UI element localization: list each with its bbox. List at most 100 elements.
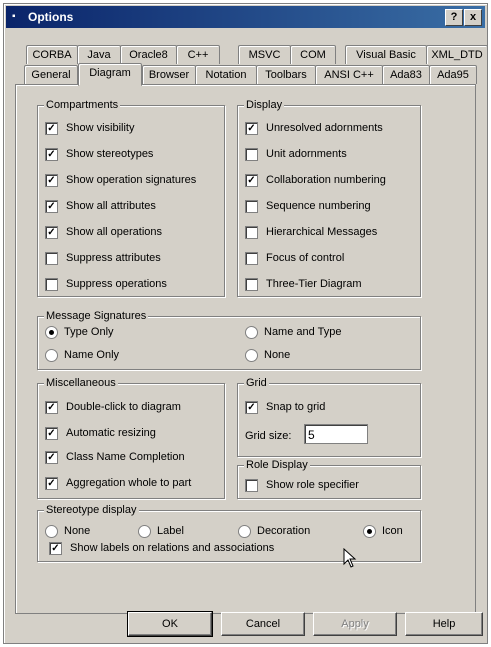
grid-size-input[interactable]: 5 [304,424,368,444]
apply-button[interactable]: Apply [313,612,397,636]
tab-msvc[interactable]: MSVC [238,45,291,64]
checkbox-label: Aggregation whole to part [66,477,192,489]
checkbox-box[interactable] [245,251,258,265]
checkbox-box[interactable]: ✓ [245,173,258,187]
tab-java[interactable]: Java [77,45,121,64]
stereotype-label-radio[interactable]: Label [138,523,184,539]
checkbox-label: Show all operations [66,226,163,238]
help-button[interactable]: Help [405,612,483,636]
tab-browser[interactable]: Browser [142,65,196,84]
checkbox-box[interactable]: ✓ [45,173,58,187]
window-title: Options [28,10,74,24]
collaboration-numbering-checkbox[interactable]: ✓ Collaboration numbering [245,172,386,188]
tab-ada83[interactable]: Ada83 [382,65,430,84]
checkbox-label: Collaboration numbering [266,174,386,186]
checkbox-label: Automatic resizing [66,427,156,439]
cancel-button[interactable]: Cancel [221,612,305,636]
double-click-to-diagram-checkbox[interactable]: ✓ Double-click to diagram [45,399,181,415]
checkbox-label: Show visibility [66,122,135,134]
name-only-radio[interactable]: Name Only [45,347,119,363]
aggregation-whole-to-part-checkbox[interactable]: ✓ Aggregation whole to part [45,475,191,491]
checkbox-label: Show stereotypes [66,148,154,160]
tab-cpp[interactable]: C++ [176,45,220,64]
tab-ada95[interactable]: Ada95 [429,65,477,84]
radio-label: Label [157,525,184,537]
checkbox-box[interactable] [45,277,58,291]
tab-xml-dtd[interactable]: XML_DTD [426,45,488,64]
ok-button[interactable]: OK [127,611,213,637]
tab-notation[interactable]: Notation [195,65,257,84]
hierarchical-messages-checkbox[interactable]: Hierarchical Messages [245,224,377,240]
checkbox-label: Unresolved adornments [266,122,383,134]
none-radio[interactable]: None [245,347,290,363]
checkbox-label: Show labels on relations and association… [70,542,275,554]
show-stereotypes-checkbox[interactable]: ✓ Show stereotypes [45,146,153,162]
show-all-attributes-checkbox[interactable]: ✓ Show all attributes [45,198,156,214]
show-role-specifier-checkbox[interactable]: Show role specifier [245,477,359,493]
radio-button[interactable] [45,524,58,538]
checkbox-box[interactable]: ✓ [45,147,58,161]
show-all-operations-checkbox[interactable]: ✓ Show all operations [45,224,162,240]
stereotype-icon-radio[interactable]: Icon [363,523,403,539]
stereotype-none-radio[interactable]: None [45,523,90,539]
checkbox-box[interactable] [45,251,58,265]
tab-com[interactable]: COM [290,45,336,64]
show-visibility-checkbox[interactable]: ✓ Show visibility [45,120,134,136]
tab-visual-basic[interactable]: Visual Basic [345,45,427,64]
checkbox-label: Suppress operations [66,278,167,290]
automatic-resizing-checkbox[interactable]: ✓ Automatic resizing [45,425,156,441]
tab-ansi-cpp[interactable]: ANSI C++ [315,65,383,84]
tab-toolbars[interactable]: Toolbars [256,65,316,84]
app-icon: ▪ [12,11,16,22]
checkbox-label: Sequence numbering [266,200,371,212]
radio-button[interactable] [45,348,58,362]
suppress-attributes-checkbox[interactable]: Suppress attributes [45,250,161,266]
radio-button[interactable] [45,325,58,339]
checkbox-box[interactable] [245,147,258,161]
suppress-operations-checkbox[interactable]: Suppress operations [45,276,167,292]
class-name-completion-checkbox[interactable]: ✓ Class Name Completion [45,449,185,465]
show-labels-on-relations-checkbox[interactable]: ✓ Show labels on relations and associatio… [49,540,274,556]
focus-of-control-checkbox[interactable]: Focus of control [245,250,344,266]
name-and-type-radio[interactable]: Name and Type [245,324,341,340]
checkbox-box[interactable]: ✓ [45,225,58,239]
checkbox-box[interactable]: ✓ [45,121,58,135]
tab-corba[interactable]: CORBA [26,45,78,64]
checkbox-box[interactable] [245,478,258,492]
checkbox-box[interactable]: ✓ [245,400,258,414]
tab-oracle8[interactable]: Oracle8 [120,45,177,64]
miscellaneous-legend: Miscellaneous [44,377,118,390]
close-button[interactable]: x [464,9,482,26]
checkbox-box[interactable]: ✓ [245,121,258,135]
stereotype-decoration-radio[interactable]: Decoration [238,523,310,539]
checkbox-box[interactable]: ✓ [49,541,62,555]
checkbox-box[interactable]: ✓ [45,199,58,213]
radio-button[interactable] [245,325,258,339]
radio-button[interactable] [138,524,151,538]
checkbox-label: Snap to grid [266,401,326,413]
checkbox-box[interactable]: ✓ [45,400,58,414]
type-only-radio[interactable]: Type Only [45,324,114,340]
tab-general[interactable]: General [24,65,78,84]
checkbox-box[interactable]: ✓ [45,450,58,464]
message-signatures-legend: Message Signatures [44,310,149,323]
radio-button[interactable] [363,524,376,538]
checkbox-box[interactable] [245,225,258,239]
sequence-numbering-checkbox[interactable]: Sequence numbering [245,198,371,214]
radio-label: Decoration [257,525,311,537]
checkbox-box[interactable] [245,199,258,213]
checkbox-box[interactable]: ✓ [45,426,58,440]
checkbox-label: Hierarchical Messages [266,226,378,238]
unresolved-adornments-checkbox[interactable]: ✓ Unresolved adornments [245,120,383,136]
checkbox-box[interactable] [245,277,258,291]
radio-button[interactable] [245,348,258,362]
tab-diagram[interactable]: Diagram [78,63,142,86]
unit-adornments-checkbox[interactable]: Unit adornments [245,146,347,162]
checkbox-box[interactable]: ✓ [45,476,58,490]
checkbox-label: Show operation signatures [66,174,197,186]
three-tier-diagram-checkbox[interactable]: Three-Tier Diagram [245,276,362,292]
show-operation-signatures-checkbox[interactable]: ✓ Show operation signatures [45,172,196,188]
help-title-button[interactable]: ? [445,9,463,26]
radio-button[interactable] [238,524,251,538]
snap-to-grid-checkbox[interactable]: ✓ Snap to grid [245,399,325,415]
